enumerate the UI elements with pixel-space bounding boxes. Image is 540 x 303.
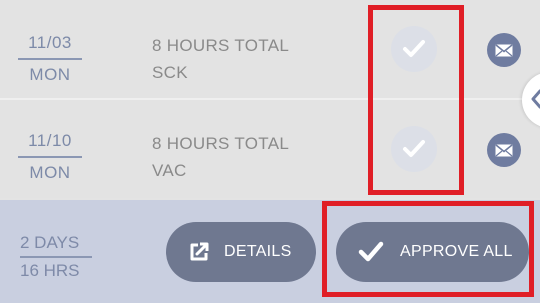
hours-total-label: 8 HOURS TOTAL: [152, 134, 290, 153]
message-button[interactable]: [487, 33, 521, 67]
chevron-left-icon: [531, 89, 540, 109]
details-label: DETAILS: [224, 243, 292, 260]
weekday-label: MON: [29, 65, 71, 84]
approve-entry-button[interactable]: [391, 26, 437, 72]
message-button[interactable]: [487, 133, 521, 167]
check-icon: [358, 241, 384, 262]
check-icon: [403, 140, 425, 157]
timesheet-row: 11/03 MON 8 HOURS TOTAL SCK: [0, 0, 540, 98]
envelope-icon: [495, 143, 513, 156]
details-button[interactable]: DETAILS: [166, 222, 316, 282]
envelope-icon: [495, 43, 513, 56]
entry-description: 8 HOURS TOTAL SCK: [152, 32, 289, 86]
approve-all-label: APPROVE ALL: [400, 243, 513, 260]
date-block: 11/03 MON: [18, 33, 82, 85]
summary-footer: 2 DAYS 16 HRS DETAILS APPROVE ALL: [0, 200, 540, 303]
timesheet-row: 11/10 MON 8 HOURS TOTAL VAC: [0, 100, 540, 198]
total-days-label: 2 DAYS: [20, 233, 92, 258]
time-code-label: VAC: [152, 161, 187, 180]
total-summary: 2 DAYS 16 HRS: [20, 233, 92, 281]
hours-total-label: 8 HOURS TOTAL: [152, 36, 290, 55]
check-icon: [403, 40, 425, 57]
weekday-label: MON: [29, 163, 71, 182]
entry-description: 8 HOURS TOTAL VAC: [152, 130, 289, 184]
date-label: 11/03: [18, 33, 82, 60]
time-code-label: SCK: [152, 63, 188, 82]
approve-all-button[interactable]: APPROVE ALL: [336, 222, 529, 282]
external-link-icon: [190, 242, 209, 261]
date-label: 11/10: [18, 131, 82, 158]
date-block: 11/10 MON: [18, 131, 82, 183]
approve-entry-button[interactable]: [391, 126, 437, 172]
total-hours-label: 16 HRS: [20, 261, 80, 280]
